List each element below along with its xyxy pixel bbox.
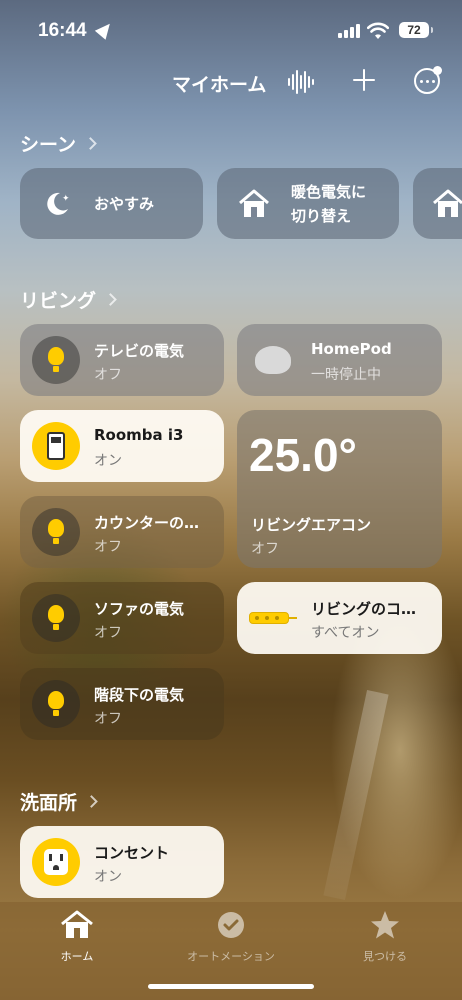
device-tile-sofa-light[interactable]: ソファの電気 オフ	[20, 582, 224, 654]
device-name: コンセント	[94, 844, 170, 862]
wifi-icon	[367, 22, 389, 39]
washroom-title: 洗面所	[20, 792, 78, 814]
scene-label: 暖色電気に 切り替え	[291, 182, 367, 225]
star-icon	[371, 911, 399, 939]
chevron-right-icon	[84, 137, 97, 150]
chevron-right-icon	[85, 795, 98, 808]
house-icon	[61, 910, 93, 938]
device-tile-roomba[interactable]: Roomba i3 オン	[20, 410, 224, 482]
power-strip-icon	[247, 594, 297, 642]
tab-label: ホーム	[60, 950, 94, 963]
clock-check-icon	[218, 912, 244, 938]
background-light-beam	[323, 690, 389, 900]
more-options-icon[interactable]	[414, 66, 442, 94]
device-name: リビングのコ…	[311, 600, 417, 618]
device-tile-washroom-outlet[interactable]: コンセント オン	[20, 826, 224, 898]
device-name: ソファの電気	[94, 600, 185, 618]
tab-label: オートメーション	[187, 950, 275, 963]
tab-discover[interactable]: 見つける	[325, 910, 445, 964]
device-tile-counter-light[interactable]: カウンターの… オフ	[20, 496, 224, 568]
device-name: Roomba i3	[94, 426, 184, 444]
device-name: リビングエアコン	[251, 516, 372, 534]
scene-tile-partial[interactable]	[413, 168, 462, 239]
device-tile-stairs-light[interactable]: 階段下の電気 オフ	[20, 668, 224, 740]
location-arrow-icon	[94, 19, 116, 40]
lightbulb-icon	[32, 508, 80, 556]
moon-icon: ✦	[47, 192, 70, 215]
device-name: HomePod	[311, 340, 392, 358]
lightbulb-icon	[32, 336, 80, 384]
scene-tile-oyasumi[interactable]: ✦ おやすみ	[20, 168, 203, 239]
living-title: リビング	[20, 290, 97, 312]
washroom-section-header[interactable]: 洗面所	[20, 788, 98, 815]
device-tile-aircon[interactable]: 25.0° リビングエアコン オフ	[237, 410, 442, 568]
device-status: オフ	[251, 541, 279, 557]
device-tile-homepod[interactable]: HomePod 一時停止中	[237, 324, 442, 396]
chevron-right-icon	[104, 293, 117, 306]
device-status: オン	[94, 869, 122, 885]
tab-automation[interactable]: オートメーション	[171, 910, 291, 964]
house-icon	[433, 189, 462, 217]
scene-label: おやすみ	[94, 194, 155, 213]
device-name: 階段下の電気	[94, 686, 185, 704]
header: マイホーム	[0, 60, 462, 104]
home-indicator[interactable]	[148, 984, 314, 989]
scenes-section-header[interactable]: シーン	[20, 130, 97, 157]
living-section-header[interactable]: リビング	[20, 286, 117, 313]
scene-tile-warm-light[interactable]: 暖色電気に 切り替え	[217, 168, 399, 239]
status-bar: 16:44 72	[0, 0, 462, 56]
homepod-icon	[249, 336, 297, 384]
scenes-title: シーン	[20, 134, 77, 156]
lightbulb-icon	[32, 594, 80, 642]
device-status: オフ	[94, 625, 122, 641]
battery-icon: 72	[399, 22, 433, 38]
device-name: テレビの電気	[94, 342, 185, 360]
page-title[interactable]: マイホーム	[172, 70, 266, 97]
cellular-signal-icon	[338, 24, 360, 38]
svg-text:✦: ✦	[62, 194, 70, 204]
tab-label: 見つける	[363, 950, 407, 963]
add-icon[interactable]	[352, 68, 376, 92]
tab-home[interactable]: ホーム	[17, 910, 137, 964]
device-tile-living-outlet[interactable]: リビングのコ… すべてオン	[237, 582, 442, 654]
device-tile-tv-light[interactable]: テレビの電気 オフ	[20, 324, 224, 396]
device-status: オフ	[94, 367, 122, 383]
device-status: オフ	[94, 711, 122, 727]
device-status: 一時停止中	[311, 367, 381, 383]
status-time: 16:44	[38, 20, 87, 41]
device-status: すべてオン	[311, 625, 380, 641]
robot-vacuum-icon	[32, 422, 80, 470]
aircon-temperature: 25.0°	[249, 429, 357, 481]
house-icon	[239, 189, 269, 217]
intercom-waveform-icon[interactable]	[288, 68, 314, 96]
outlet-icon	[32, 838, 80, 886]
device-status: オン	[94, 453, 122, 469]
device-status: オフ	[94, 539, 122, 555]
device-name: カウンターの…	[94, 514, 200, 532]
lightbulb-icon	[32, 680, 80, 728]
